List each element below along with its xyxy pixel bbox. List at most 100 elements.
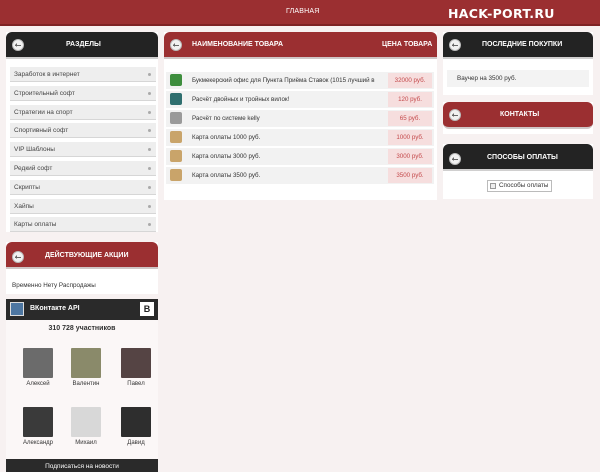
bullet-icon — [148, 73, 151, 76]
avatar[interactable] — [71, 407, 101, 437]
product-name[interactable]: Карта оплаты 1000 руб. — [192, 134, 384, 141]
product-price: 3500 руб. — [388, 168, 432, 183]
card-icon — [170, 131, 182, 143]
sidebar-item[interactable]: Спортивный софт — [10, 123, 156, 139]
product-row[interactable]: Расчёт двойных и тройных вилок! 120 руб. — [166, 91, 434, 108]
payment-methods-panel: СПОСОБЫ ОПЛАТЫ Способы оплаты — [443, 144, 593, 199]
avatar[interactable] — [71, 348, 101, 378]
avatar[interactable] — [121, 348, 151, 378]
bullet-icon — [148, 204, 151, 208]
contacts-title: КОНТАКТЫ — [500, 111, 540, 118]
back-arrow-icon[interactable] — [449, 109, 461, 121]
sidebar-item[interactable]: Хайпы — [10, 198, 156, 214]
product-name[interactable]: Карта оплаты 3000 руб. — [192, 153, 384, 160]
product-name-header: НАИМЕНОВАНИЕ ТОВАРА — [192, 41, 284, 48]
sidebar-item-label: Скрипты — [14, 183, 40, 191]
vk-b-icon[interactable]: B — [140, 302, 154, 316]
card-icon — [170, 169, 182, 181]
sections-panel: РАЗДЕЛЫ Заработок в интернет Строительный… — [6, 32, 158, 233]
nav-home-link[interactable]: ГЛАВНАЯ — [286, 8, 320, 15]
product-price: 1000 руб. — [388, 130, 432, 145]
payment-methods-title: СПОСОБЫ ОПЛАТЫ — [487, 154, 558, 161]
green-arrow-icon — [170, 74, 182, 86]
vk-group-logo-icon[interactable] — [10, 302, 24, 316]
bullet-icon — [148, 91, 151, 95]
product-price: 3000 руб. — [388, 149, 432, 164]
vk-member[interactable]: Валентин — [66, 348, 106, 387]
vk-member-name[interactable]: Александр — [18, 440, 58, 446]
products-panel: НАИМЕНОВАНИЕ ТОВАРА ЦЕНА ТОВАРА Букмекер… — [164, 32, 437, 200]
vk-member-name[interactable]: Валентин — [66, 381, 106, 387]
avatar[interactable] — [23, 407, 53, 437]
vk-member[interactable]: Михаил — [66, 407, 106, 446]
vk-member[interactable]: Александр — [18, 407, 58, 446]
product-price-header: ЦЕНА ТОВАРА — [382, 41, 433, 48]
bullet-icon — [148, 110, 151, 114]
contacts-header[interactable]: КОНТАКТЫ — [443, 102, 593, 129]
recent-purchases-header: ПОСЛЕДНИЕ ПОКУПКИ — [443, 32, 593, 59]
payment-methods-header: СПОСОБЫ ОПЛАТЫ — [443, 144, 593, 171]
vk-member-name[interactable]: Михаил — [66, 440, 106, 446]
sidebar-item-label: Спортивный софт — [14, 127, 69, 135]
recent-purchases-panel: ПОСЛЕДНИЕ ПОКУПКИ Ваучер на 3500 руб. — [443, 32, 593, 95]
avatar[interactable] — [23, 348, 53, 378]
sections-title: РАЗДЕЛЫ — [66, 41, 101, 48]
product-row[interactable]: Карта оплаты 3000 руб. 3000 руб. — [166, 148, 434, 165]
product-name[interactable]: Расчёт по системе kelly — [192, 115, 384, 122]
sidebar-item-label: Строительный софт — [14, 89, 75, 97]
vk-member-name[interactable]: Павел — [116, 381, 156, 387]
product-price: 120 руб. — [388, 92, 432, 107]
payment-methods-image: Способы оплаты — [487, 180, 553, 192]
product-row[interactable]: Букмекерский офис для Пункта Приёма Став… — [166, 72, 434, 89]
vk-member-name[interactable]: Давид — [116, 440, 156, 446]
vk-widget-title[interactable]: ВКонтакте API — [30, 305, 80, 312]
bullet-icon — [148, 223, 151, 227]
product-price: 32000 руб. — [388, 73, 432, 88]
top-bar: ГЛАВНАЯ HACK-PORT.RU — [0, 0, 600, 26]
back-arrow-icon[interactable] — [170, 39, 182, 51]
bullet-icon — [148, 148, 151, 152]
vk-member[interactable]: Алексей — [18, 348, 58, 387]
recent-purchase-item[interactable]: Ваучер на 3500 руб. — [447, 70, 589, 87]
broken-image-icon — [490, 183, 496, 189]
sidebar-item[interactable]: Стратегии на спорт — [10, 104, 156, 120]
back-arrow-icon[interactable] — [449, 39, 461, 51]
sidebar-item-label: Заработок в интернет — [14, 71, 80, 78]
products-header: НАИМЕНОВАНИЕ ТОВАРА ЦЕНА ТОВАРА — [164, 32, 437, 59]
promotions-title: ДЕЙСТВУЮЩИЕ АКЦИИ — [45, 252, 129, 259]
recent-purchases-title: ПОСЛЕДНИЕ ПОКУПКИ — [482, 41, 563, 48]
product-name[interactable]: Карта оплаты 3500 руб. — [192, 172, 384, 179]
vk-member[interactable]: Павел — [116, 348, 156, 387]
product-name[interactable]: Расчёт двойных и тройных вилок! — [192, 96, 384, 103]
sidebar-item[interactable]: Заработок в интернет — [10, 67, 156, 82]
promotions-header: ДЕЙСТВУЮЩИЕ АКЦИИ — [6, 242, 158, 269]
sidebar-item[interactable]: Редкий софт — [10, 161, 156, 176]
promotions-text: Временно Нету Распродажы — [12, 282, 96, 289]
back-arrow-icon[interactable] — [12, 251, 24, 263]
sidebar-item[interactable]: Строительный софт — [10, 85, 156, 101]
sidebar-item[interactable]: Скрипты — [10, 179, 156, 195]
sidebar-item[interactable]: Карты оплаты — [10, 217, 156, 233]
back-arrow-icon[interactable] — [12, 39, 24, 51]
product-price: 65 руб. — [388, 111, 432, 126]
product-row[interactable]: Карта оплаты 1000 руб. 1000 руб. — [166, 129, 434, 146]
vk-member[interactable]: Давид — [116, 407, 156, 446]
sidebar-item-label: Хайпы — [14, 202, 34, 210]
vk-member-name[interactable]: Алексей — [18, 381, 58, 387]
sidebar-item[interactable]: VIP Шаблоны — [10, 142, 156, 158]
product-row[interactable]: Расчёт по системе kelly 65 руб. — [166, 110, 434, 127]
bullet-icon — [148, 129, 151, 133]
contacts-panel: КОНТАКТЫ — [443, 102, 593, 134]
sidebar-item-label: Стратегии на спорт — [14, 108, 73, 116]
product-name[interactable]: Букмекерский офис для Пункта Приёма Став… — [192, 77, 384, 84]
site-logo[interactable]: HACK-PORT.RU — [448, 6, 555, 21]
avatar[interactable] — [121, 407, 151, 437]
back-arrow-icon[interactable] — [449, 153, 461, 165]
payment-methods-alt: Способы оплаты — [499, 182, 549, 189]
card-icon — [170, 150, 182, 162]
sidebar-item-label: VIP Шаблоны — [14, 146, 55, 154]
sidebar-item-label: Редкий софт — [14, 165, 53, 172]
product-row[interactable]: Карта оплаты 3500 руб. 3500 руб. — [166, 167, 434, 184]
sidebar-item-label: Карты оплаты — [14, 221, 57, 229]
vk-subscribe-button[interactable]: Подписаться на новости — [6, 459, 158, 472]
